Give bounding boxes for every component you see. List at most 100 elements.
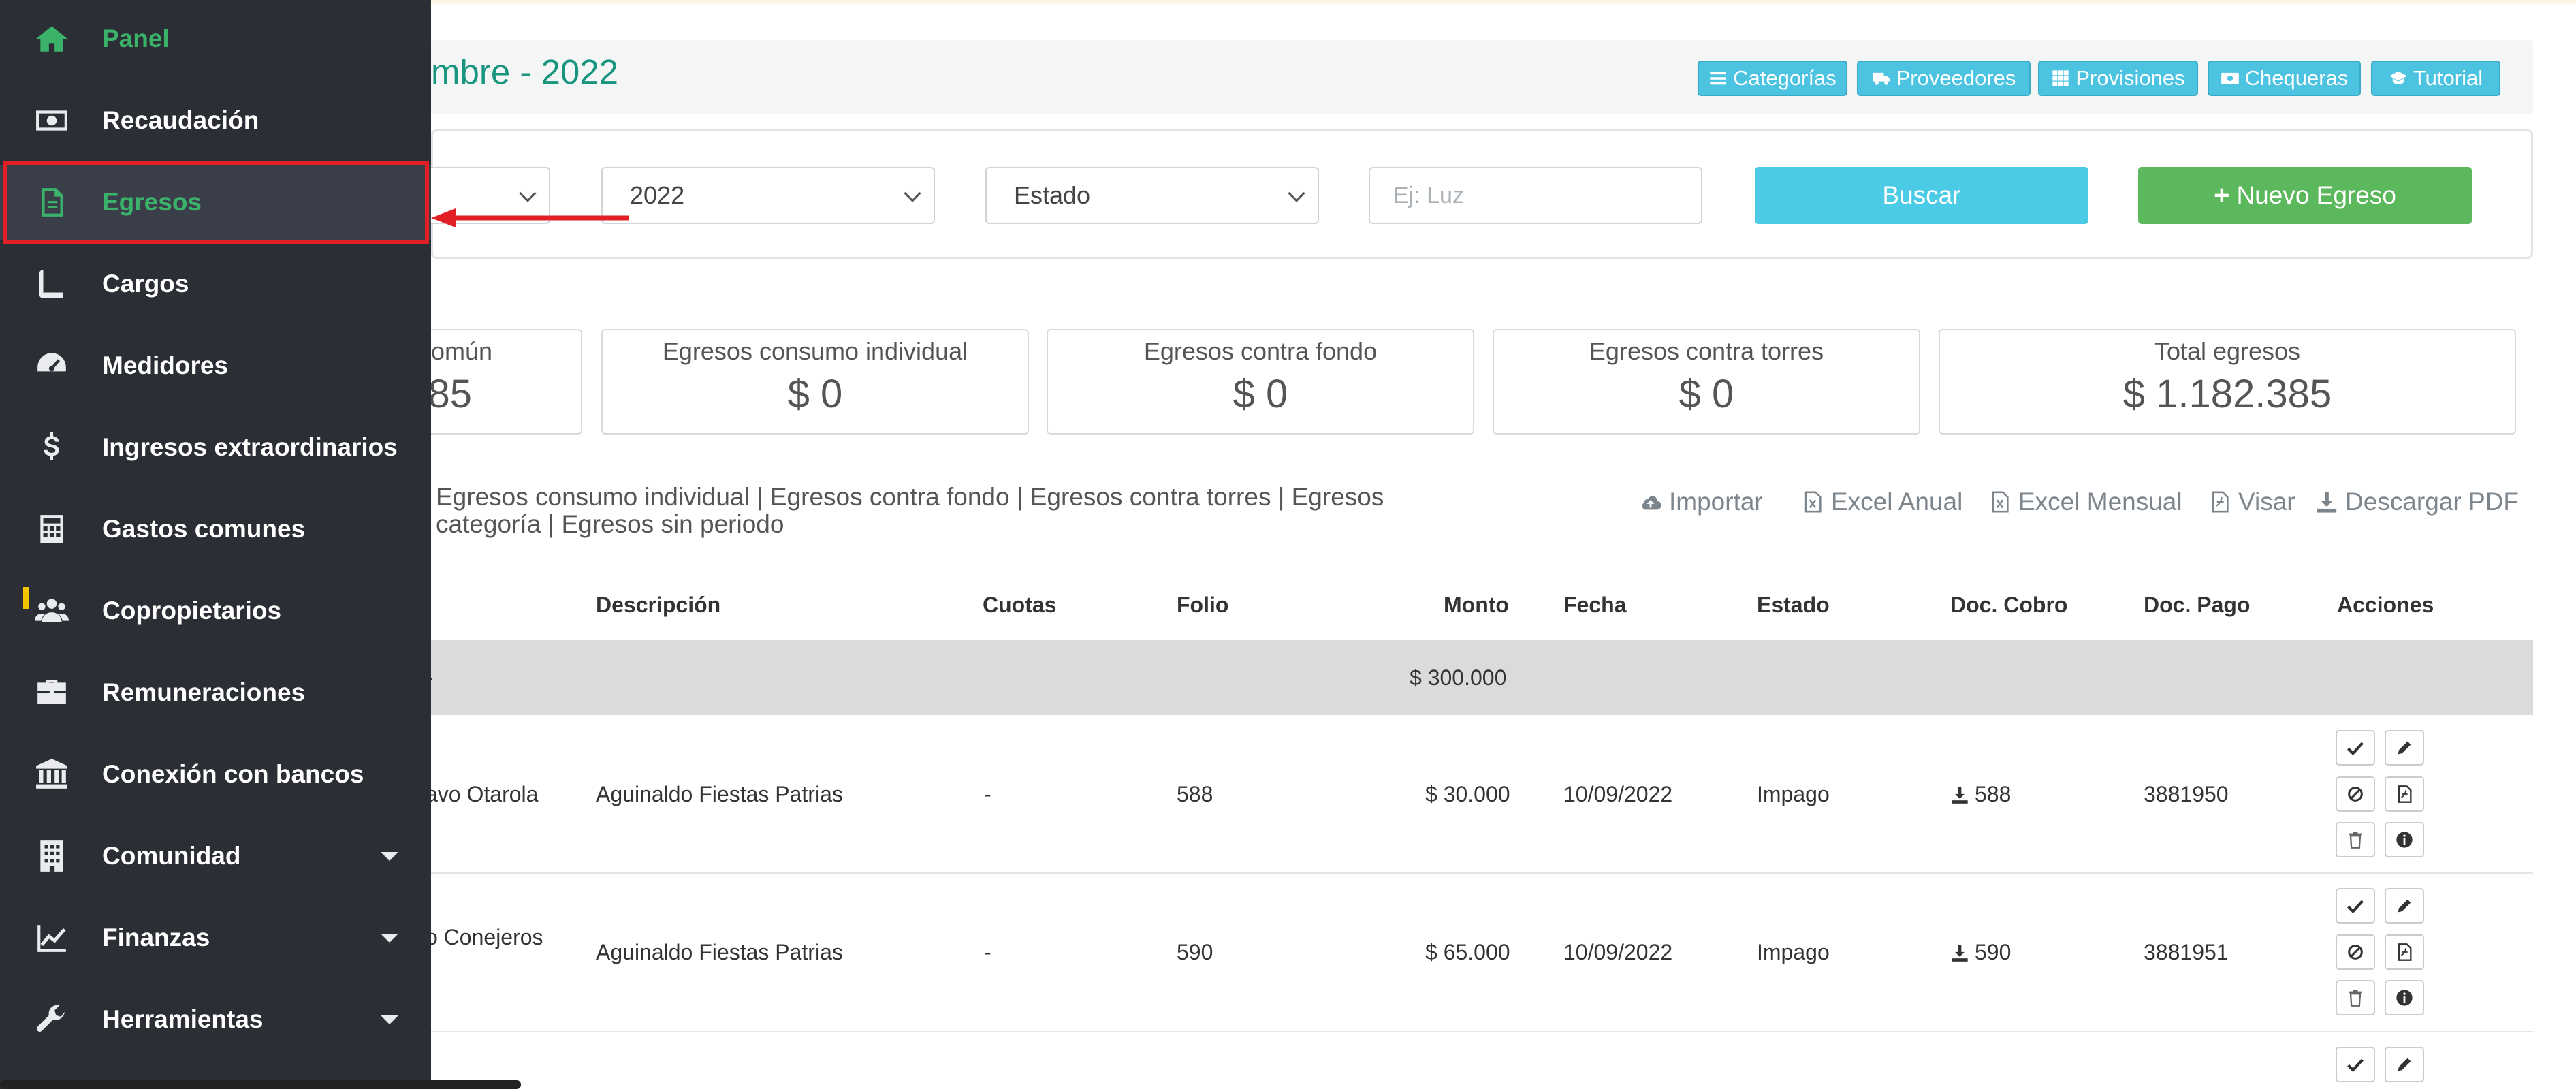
dollar-icon bbox=[33, 428, 71, 467]
bank-icon bbox=[33, 755, 71, 793]
estado-select[interactable]: Estado bbox=[985, 167, 1319, 224]
edit-button[interactable] bbox=[2385, 888, 2424, 924]
ban-icon bbox=[2348, 945, 2363, 960]
sidebar-item-cargos[interactable]: Cargos bbox=[0, 247, 431, 321]
summary-card-value: $ 0 bbox=[787, 372, 843, 416]
sidebar-item-label: Copropietarios bbox=[102, 597, 282, 625]
info-button[interactable] bbox=[2385, 980, 2424, 1015]
excel-mensual-link[interactable]: Excel Mensual bbox=[1988, 488, 2182, 516]
chequeras-button[interactable]: Chequeras bbox=[2208, 61, 2361, 96]
sidebar-item-label: Gastos comunes bbox=[102, 515, 306, 543]
row-estado: Impago bbox=[1757, 940, 1830, 964]
chevron-down-icon bbox=[1288, 185, 1305, 202]
sidebar-item-label: Panel bbox=[102, 25, 170, 52]
row-doc-cobro: 588 bbox=[1975, 782, 2011, 806]
row-name: avo Otarola bbox=[426, 782, 539, 806]
descargar-pdf-link[interactable]: Descargar PDF bbox=[2315, 488, 2519, 516]
cancel-button[interactable] bbox=[2336, 934, 2375, 970]
book-icon bbox=[33, 265, 71, 303]
cancel-button[interactable] bbox=[2336, 776, 2375, 812]
pdf-button[interactable] bbox=[2385, 776, 2424, 812]
chevron-down-icon bbox=[381, 1015, 398, 1024]
category-filter-links[interactable]: Egresos consumo individual | Egresos con… bbox=[436, 484, 1471, 538]
edit-button[interactable] bbox=[2385, 730, 2424, 766]
summary-card-value: $ 0 bbox=[1233, 372, 1288, 416]
row-divider bbox=[431, 872, 2533, 874]
year-select[interactable]: 2022 bbox=[601, 167, 935, 224]
sidebar-item-ingresos-extraordinarios[interactable]: Ingresos extraordinarios bbox=[0, 410, 431, 485]
importar-link[interactable]: Importar bbox=[1639, 488, 1763, 516]
cloud-upload-icon bbox=[1642, 496, 1661, 510]
proveedores-button[interactable]: Proveedores bbox=[1857, 61, 2031, 96]
pencil-icon bbox=[2398, 899, 2411, 913]
column-header-estado: Estado bbox=[1757, 593, 1830, 617]
row-doc-pago: 3881950 bbox=[2144, 782, 2229, 806]
excel-anual-link[interactable]: Excel Anual bbox=[1801, 488, 1962, 516]
category-links-line-2[interactable]: categoría | Egresos sin periodo bbox=[436, 511, 1471, 538]
row-doc-cobro-link[interactable]: 590 bbox=[1950, 940, 2011, 965]
row-monto: $ 30.000 bbox=[1425, 782, 1510, 806]
sidebar-item-label: Ingresos extraordinarios bbox=[102, 433, 398, 461]
categorias-label: Categorías bbox=[1733, 66, 1836, 90]
sidebar-item-herramientas[interactable]: Herramientas bbox=[0, 982, 431, 1057]
pdf-button[interactable] bbox=[2385, 934, 2424, 970]
info-button[interactable] bbox=[2385, 822, 2424, 857]
approve-button[interactable] bbox=[2336, 730, 2375, 766]
sidebar-item-finanzas[interactable]: Finanzas bbox=[0, 900, 431, 975]
money-icon bbox=[2221, 72, 2239, 84]
tutorial-button[interactable]: Tutorial bbox=[2371, 61, 2500, 96]
trash-icon bbox=[2349, 990, 2362, 1007]
column-header-descripcion: Descripción bbox=[596, 593, 721, 617]
check-icon bbox=[2347, 1058, 2364, 1073]
download-icon bbox=[1952, 786, 1968, 804]
sidebar-item-copropietarios[interactable]: Copropietarios bbox=[0, 573, 431, 648]
summary-card-contra-fondo: Egresos contra fondo $ 0 bbox=[1047, 329, 1474, 435]
download-icon bbox=[1952, 944, 1968, 962]
tutorial-label: Tutorial bbox=[2413, 66, 2483, 90]
column-header-folio: Folio bbox=[1177, 593, 1229, 617]
chevron-down-icon bbox=[381, 851, 398, 861]
ban-icon bbox=[2348, 787, 2363, 802]
excel-file-icon bbox=[1804, 491, 1822, 513]
category-links-line-1[interactable]: Egresos consumo individual | Egresos con… bbox=[436, 484, 1471, 511]
approve-button[interactable] bbox=[2336, 888, 2375, 924]
chevron-down-icon bbox=[904, 185, 921, 202]
sidebar-item-conexion-bancos[interactable]: Conexión con bancos bbox=[0, 737, 431, 812]
sidebar-item-remuneraciones[interactable]: Remuneraciones bbox=[0, 655, 431, 730]
row-folio: 588 bbox=[1177, 782, 1213, 806]
sidebar-item-panel[interactable]: Panel bbox=[0, 1, 431, 76]
row-doc-cobro: 590 bbox=[1975, 940, 2011, 964]
delete-button[interactable] bbox=[2336, 822, 2375, 857]
sidebar-item-recaudacion[interactable]: Recaudación bbox=[0, 83, 431, 158]
provisiones-button[interactable]: Provisiones bbox=[2038, 61, 2198, 96]
horizontal-scrollbar[interactable] bbox=[0, 1080, 521, 1089]
visar-link[interactable]: Visar bbox=[2208, 488, 2295, 516]
chequeras-label: Chequeras bbox=[2244, 66, 2349, 90]
buscar-button[interactable]: Buscar bbox=[1755, 167, 2088, 224]
delete-button[interactable] bbox=[2336, 980, 2375, 1015]
pdf-file-icon bbox=[2212, 491, 2229, 513]
nuevo-egreso-button[interactable]: + Nuevo Egreso bbox=[2138, 167, 2472, 224]
row-estado: Impago bbox=[1757, 782, 1830, 806]
summary-card-value: $ 0 bbox=[1679, 372, 1734, 416]
excel-anual-label: Excel Anual bbox=[1831, 488, 1963, 516]
pdf-file-icon bbox=[2398, 943, 2412, 961]
edit-button[interactable] bbox=[2385, 1047, 2424, 1082]
search-input[interactable] bbox=[1369, 167, 1702, 224]
column-header-monto: Monto bbox=[1444, 593, 1509, 617]
categorias-button[interactable]: Categorías bbox=[1698, 61, 1847, 96]
row-doc-cobro-link[interactable]: 588 bbox=[1950, 782, 2011, 807]
row-folio: 590 bbox=[1177, 940, 1213, 964]
approve-button[interactable] bbox=[2336, 1047, 2375, 1082]
info-icon bbox=[2396, 990, 2413, 1006]
sidebar-item-gastos-comunes[interactable]: Gastos comunes bbox=[0, 492, 431, 567]
row-divider bbox=[431, 1031, 2533, 1032]
row-doc-pago: 3881951 bbox=[2144, 940, 2229, 964]
users-icon bbox=[33, 592, 71, 630]
sidebar-item-medidores[interactable]: Medidores bbox=[0, 328, 431, 403]
sidebar-item-comunidad[interactable]: Comunidad bbox=[0, 819, 431, 894]
sidebar-item-label: Finanzas bbox=[102, 924, 210, 951]
building-icon bbox=[33, 837, 71, 875]
provisiones-label: Provisiones bbox=[2076, 66, 2185, 90]
sidebar-item-label: Medidores bbox=[102, 351, 229, 379]
